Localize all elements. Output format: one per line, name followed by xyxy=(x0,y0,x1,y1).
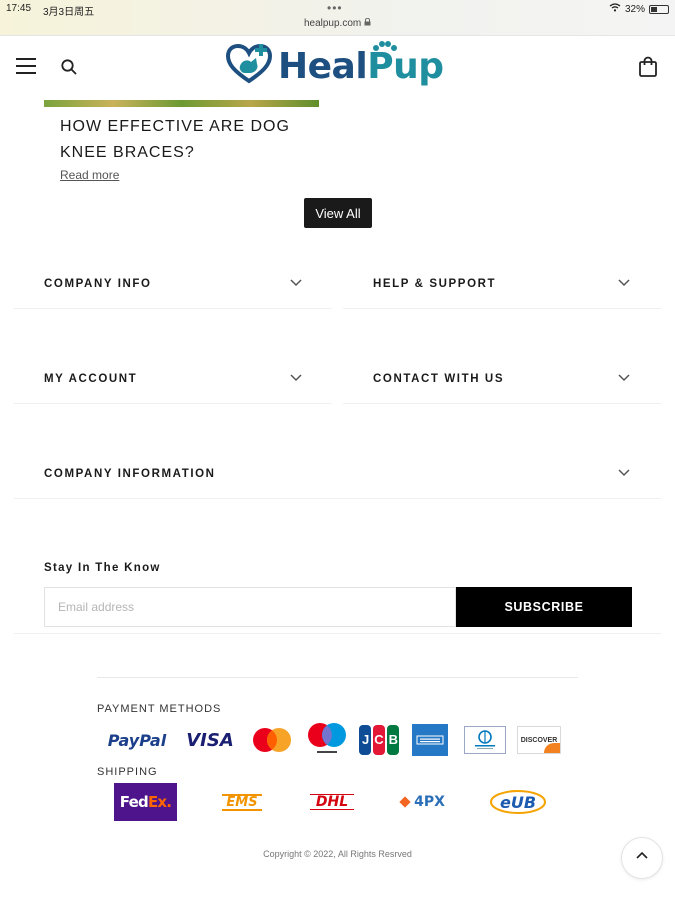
jcb-logo: JCB xyxy=(358,724,400,756)
copyright-text: Copyright © 2022, All Rights Resrved xyxy=(263,849,412,859)
chevron-down-icon xyxy=(617,465,631,484)
accordion-label: MY ACCOUNT xyxy=(44,373,138,385)
visa-logo: VISA xyxy=(184,727,236,753)
eub-text: eUB xyxy=(499,792,537,812)
wifi-icon xyxy=(609,3,621,15)
accordion-label: HELP & SUPPORT xyxy=(373,278,497,290)
battery-percent: 32% xyxy=(624,3,645,15)
article-title[interactable]: HOW EFFECTIVE ARE DOG KNEE BRACES? xyxy=(60,114,320,166)
subscribe-button[interactable]: SUBSCRIBE xyxy=(456,587,632,627)
chevron-down-icon xyxy=(289,370,303,389)
divider xyxy=(343,403,661,404)
address-bar[interactable]: healpup.com xyxy=(0,17,675,29)
accordion-label: COMPANY INFO xyxy=(44,278,152,290)
accordion-label: COMPANY INFORMATION xyxy=(44,468,216,480)
chevron-down-icon xyxy=(617,275,631,294)
fedex-logo: FedEx. xyxy=(114,783,177,821)
divider xyxy=(97,677,578,678)
paypal-logo: PayPal xyxy=(104,728,170,752)
brand-name: HealPup xyxy=(278,46,444,87)
jcb-text: JCB xyxy=(362,732,404,747)
more-dots-icon[interactable]: ••• xyxy=(327,1,343,15)
healpup-logo[interactable]: HealPup xyxy=(225,41,444,89)
ems-text: EMS xyxy=(222,793,262,811)
shipping-title: SHIPPING xyxy=(97,766,158,778)
visa-text: VISA xyxy=(186,729,234,751)
divider xyxy=(343,308,661,309)
view-all-button[interactable]: View All xyxy=(304,198,372,228)
4px-text: 4PX xyxy=(414,794,445,810)
4px-logo: 4PX xyxy=(392,790,454,814)
read-more-link[interactable]: Read more xyxy=(60,168,119,182)
dhl-logo: DHL xyxy=(302,791,362,813)
status-bar: 17:45 3月3日周五 ••• healpup.com 32% xyxy=(0,0,675,36)
discover-logo: DISCOVER xyxy=(517,726,561,754)
eub-logo: eUB xyxy=(488,788,548,816)
amex-logo xyxy=(412,724,448,756)
back-to-top-button[interactable] xyxy=(621,837,663,879)
chevron-down-icon xyxy=(289,275,303,294)
hamburger-menu-icon[interactable] xyxy=(16,58,36,76)
email-field[interactable] xyxy=(44,587,456,627)
chevron-up-icon xyxy=(635,849,649,868)
payment-methods-title: PAYMENT METHODS xyxy=(97,703,222,715)
status-indicators: 32% xyxy=(609,3,669,15)
divider xyxy=(14,403,332,404)
battery-icon xyxy=(649,4,669,14)
accordion-label: CONTACT WITH US xyxy=(373,373,505,385)
discover-orange-icon xyxy=(544,743,560,753)
paw-print-icon xyxy=(372,40,398,59)
url-text: healpup.com xyxy=(303,18,362,29)
dhl-text: DHL xyxy=(309,794,355,810)
heart-paw-logo-icon xyxy=(225,43,273,89)
maestro-logo xyxy=(305,722,349,756)
fedex-ex: Ex. xyxy=(147,793,172,811)
article-image[interactable] xyxy=(44,100,319,107)
paypal-text: PayPal xyxy=(107,730,167,750)
fedex-fed: Fed xyxy=(119,793,149,811)
fedex-text: FedEx. xyxy=(119,793,172,811)
diners-club-logo xyxy=(464,726,506,754)
status-time: 17:45 xyxy=(6,3,32,14)
divider xyxy=(14,498,661,499)
status-date: 3月3日周五 xyxy=(43,7,95,18)
lock-icon xyxy=(364,17,371,29)
search-icon[interactable] xyxy=(60,58,78,81)
mastercard-logo xyxy=(250,726,294,754)
chevron-down-icon xyxy=(617,370,631,389)
brand-heal: Heal xyxy=(278,46,368,87)
4px-mark-icon xyxy=(399,796,411,808)
divider xyxy=(14,308,332,309)
site-header: HealPup xyxy=(0,36,675,100)
shopping-bag-icon[interactable] xyxy=(638,56,658,83)
ems-logo: EMS xyxy=(212,790,272,814)
newsletter-title: Stay In The Know xyxy=(44,562,161,574)
divider xyxy=(14,633,661,634)
